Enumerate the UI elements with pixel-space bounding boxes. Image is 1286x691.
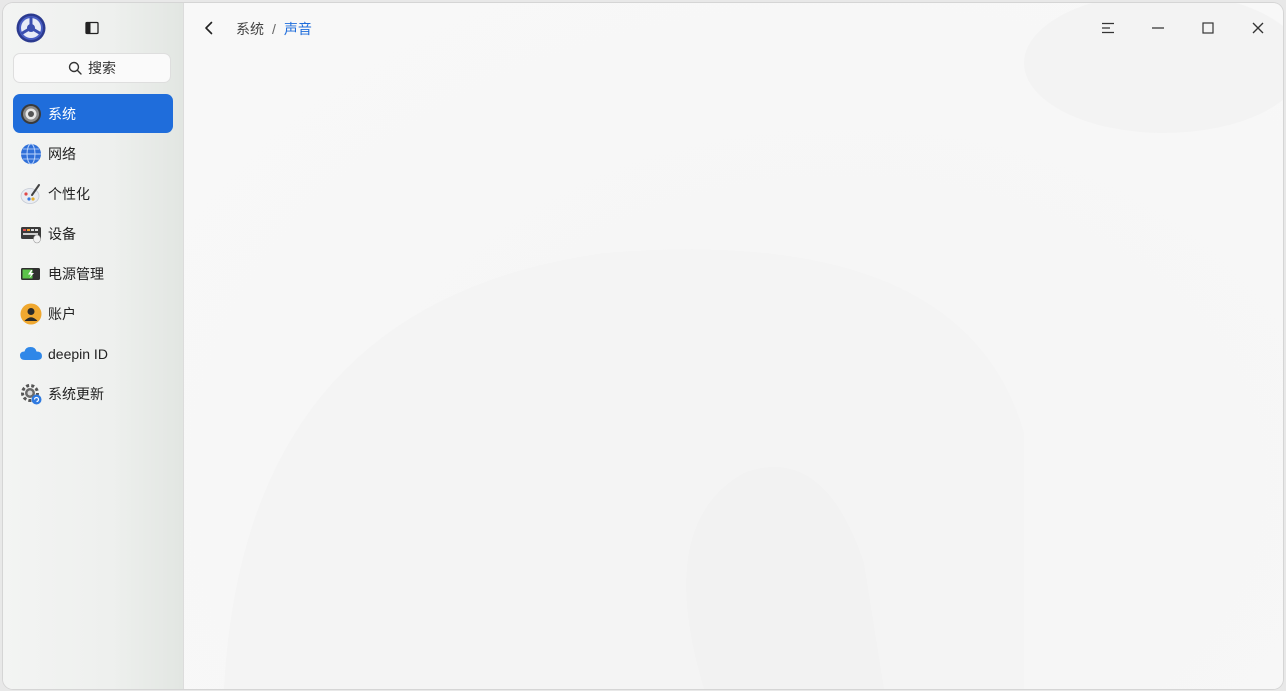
sidebar-toggle-icon bbox=[85, 21, 99, 35]
system-icon bbox=[19, 102, 43, 126]
sidebar-item-label: 设备 bbox=[48, 225, 76, 242]
main-content: 系统 / 声音 bbox=[184, 3, 1283, 689]
breadcrumb-separator: / bbox=[272, 21, 276, 37]
back-button[interactable] bbox=[199, 18, 219, 38]
menu-button[interactable] bbox=[1083, 13, 1133, 43]
sidebar-item-label: 个性化 bbox=[48, 185, 90, 202]
breadcrumb: 系统 / 声音 bbox=[236, 19, 312, 39]
sidebar-item-account[interactable]: 账户 bbox=[13, 294, 173, 333]
power-icon bbox=[19, 262, 43, 286]
minimize-button[interactable] bbox=[1133, 13, 1183, 43]
close-icon bbox=[1252, 22, 1264, 34]
personalization-icon bbox=[19, 182, 43, 206]
sidebar-item-label: 系统更新 bbox=[48, 385, 104, 402]
sidebar-item-system[interactable]: 系统 bbox=[13, 94, 173, 133]
maximize-icon bbox=[1202, 22, 1214, 34]
cloud-icon bbox=[19, 342, 43, 366]
chevron-left-icon bbox=[205, 21, 213, 35]
sidebar-item-network[interactable]: 网络 bbox=[13, 134, 173, 173]
breadcrumb-parent[interactable]: 系统 bbox=[236, 19, 264, 39]
app-logo-icon bbox=[16, 13, 46, 43]
search-icon bbox=[68, 61, 82, 75]
sidebar-item-label: 账户 bbox=[48, 305, 76, 322]
sidebar-toggle-button[interactable] bbox=[82, 18, 102, 38]
close-button[interactable] bbox=[1233, 13, 1283, 43]
sidebar: 搜索 系统 网络 个性化 设备 电源管理 账户 deepin ID 系统更新 bbox=[3, 3, 184, 689]
sidebar-item-device[interactable]: 设备 bbox=[13, 214, 173, 253]
account-icon bbox=[19, 302, 43, 326]
titlebar: 系统 / 声音 bbox=[184, 3, 1283, 53]
sidebar-item-power[interactable]: 电源管理 bbox=[13, 254, 173, 293]
sidebar-item-label: 网络 bbox=[48, 145, 76, 162]
sidebar-item-label: deepin ID bbox=[48, 345, 108, 362]
search-input[interactable]: 搜索 bbox=[13, 53, 171, 83]
sidebar-item-personalization[interactable]: 个性化 bbox=[13, 174, 173, 213]
sidebar-item-deepin-id[interactable]: deepin ID bbox=[13, 334, 173, 373]
background-decoration bbox=[224, 3, 1283, 689]
maximize-button[interactable] bbox=[1183, 13, 1233, 43]
update-icon bbox=[19, 382, 43, 406]
control-center-window: 搜索 系统 网络 个性化 设备 电源管理 账户 deepin ID 系统更新 系… bbox=[3, 3, 1283, 689]
sidebar-item-label: 电源管理 bbox=[48, 265, 104, 282]
network-icon bbox=[19, 142, 43, 166]
window-controls bbox=[1083, 13, 1283, 43]
sidebar-item-update[interactable]: 系统更新 bbox=[13, 374, 173, 413]
menu-icon bbox=[1102, 22, 1114, 34]
breadcrumb-current: 声音 bbox=[283, 21, 312, 37]
sidebar-header bbox=[3, 3, 183, 53]
minimize-icon bbox=[1152, 27, 1164, 29]
device-icon bbox=[19, 222, 43, 246]
sidebar-nav: 系统 网络 个性化 设备 电源管理 账户 deepin ID 系统更新 bbox=[13, 94, 173, 414]
search-placeholder: 搜索 bbox=[88, 60, 116, 76]
sidebar-item-label: 系统 bbox=[48, 105, 76, 122]
